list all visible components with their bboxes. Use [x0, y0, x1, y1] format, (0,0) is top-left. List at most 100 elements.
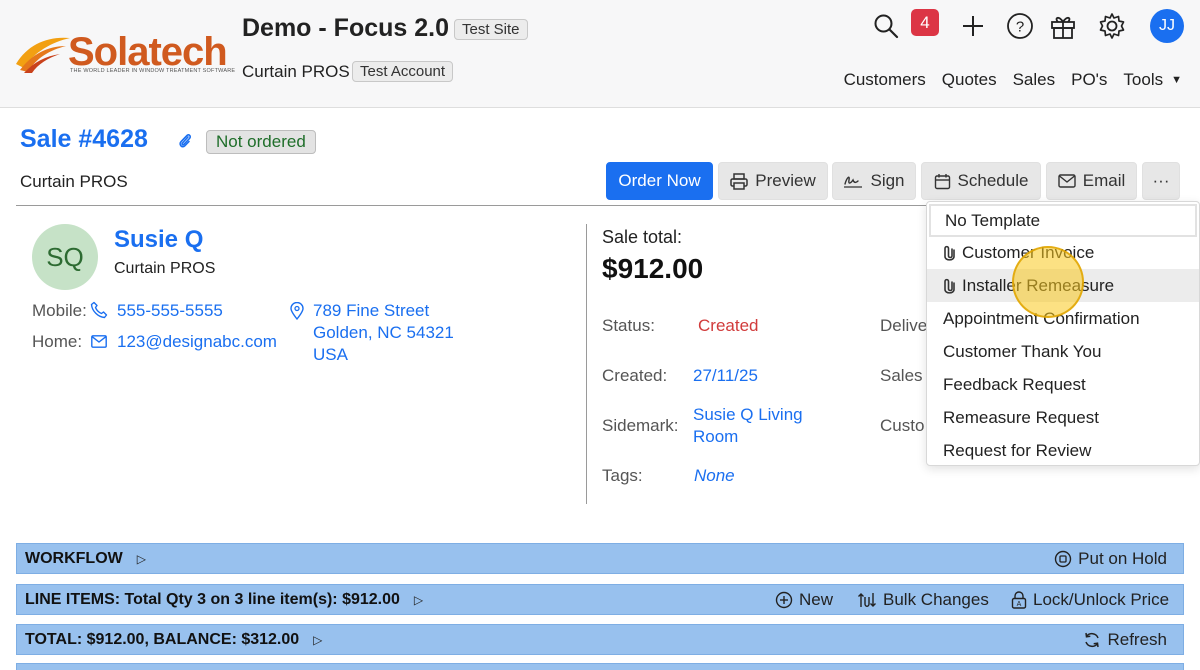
nav-sales[interactable]: Sales [1013, 70, 1056, 90]
sign-button[interactable]: Sign [832, 162, 916, 200]
menu-item-remeasure-request[interactable]: Remeasure Request [927, 401, 1199, 434]
order-now-button[interactable]: Order Now [606, 162, 713, 200]
refresh-label: Refresh [1107, 629, 1167, 649]
order-now-label: Order Now [618, 171, 701, 190]
tags-value[interactable]: None [694, 466, 735, 486]
phone-icon [90, 301, 108, 319]
user-avatar[interactable]: JJ [1150, 9, 1184, 43]
customer-company: Curtain PROS [114, 260, 216, 277]
address-line2[interactable]: Golden, NC 54321 [313, 323, 454, 343]
app-title: Demo - Focus 2.0 [242, 14, 449, 42]
pause-circle-icon [1054, 550, 1072, 567]
solatech-logo[interactable]: Solatech THE WORLD LEADER IN WINDOW TREA… [14, 30, 235, 78]
account-name: Curtain PROS [242, 62, 350, 81]
calendar-icon [934, 173, 950, 189]
bulk-changes-icon [858, 592, 876, 607]
email-button[interactable]: Email [1046, 162, 1137, 200]
workflow-section[interactable]: WORKFLOW ▷ Put on Hold [16, 543, 1184, 574]
expand-triangle-icon[interactable]: ▷ [137, 552, 146, 566]
plus-icon[interactable] [957, 10, 989, 42]
total-section[interactable]: TOTAL: $912.00, BALANCE: $312.00 ▷ Refre… [16, 624, 1184, 655]
lock-unlock-price-button[interactable]: A Lock/Unlock Price [1011, 585, 1169, 614]
nav-customers[interactable]: Customers [844, 70, 926, 90]
menu-item-label: No Template [945, 210, 1041, 230]
lock-icon: A [1011, 590, 1027, 609]
status-value[interactable]: Created [698, 316, 758, 336]
tags-label: Tags: [602, 466, 643, 485]
caret-down-icon: ▼ [1171, 74, 1182, 86]
schedule-label: Schedule [957, 171, 1029, 190]
paperclip-icon [944, 278, 955, 294]
customer-type-label: Custo [880, 416, 925, 435]
printer-icon [730, 172, 749, 190]
line-items-section[interactable]: LINE ITEMS: Total Qty 3 on 3 line item(s… [16, 584, 1184, 615]
customer-avatar: SQ [32, 224, 98, 290]
address-line3[interactable]: USA [313, 345, 348, 365]
help-icon[interactable]: ? [1004, 10, 1036, 42]
mobile-phone-link[interactable]: 555-555-5555 [117, 301, 223, 321]
menu-item-feedback-request[interactable]: Feedback Request [927, 368, 1199, 401]
menu-item-installer-remeasure[interactable]: Installer Remeasure [927, 269, 1199, 302]
line-items-title: LINE ITEMS: Total Qty 3 on 3 line item(s… [25, 590, 400, 608]
new-label: New [799, 589, 834, 609]
attachment-icon[interactable] [177, 132, 193, 155]
bulk-changes-label: Bulk Changes [883, 589, 989, 609]
next-section-bar[interactable] [16, 663, 1184, 670]
sidemark-line1[interactable]: Susie Q Living [693, 405, 803, 425]
refresh-button[interactable]: Refresh [1083, 625, 1167, 654]
top-header: Solatech THE WORLD LEADER IN WINDOW TREA… [0, 0, 1200, 108]
lock-unlock-label: Lock/Unlock Price [1033, 589, 1170, 609]
nav-quotes[interactable]: Quotes [942, 70, 997, 90]
sales-rep-label: Sales [880, 366, 923, 385]
menu-item-customer-invoice[interactable]: Customer Invoice [927, 236, 1199, 269]
created-date[interactable]: 27/11/25 [693, 366, 758, 386]
put-on-hold-label: Put on Hold [1078, 548, 1167, 568]
site-badge: Test Site [454, 19, 528, 40]
menu-item-label: Installer Remeasure [962, 275, 1115, 295]
delivery-label: Delive [880, 316, 928, 335]
nav-tools-label: Tools [1123, 70, 1164, 89]
logo-tagline: THE WORLD LEADER IN WINDOW TREATMENT SOF… [70, 68, 236, 74]
gift-icon[interactable] [1047, 10, 1079, 42]
put-on-hold-button[interactable]: Put on Hold [1054, 544, 1167, 573]
paperclip-icon [944, 245, 955, 261]
email-link[interactable]: 123@designabc.com [117, 332, 277, 352]
more-icon: ··· [1152, 171, 1170, 190]
created-label: Created: [602, 366, 668, 385]
plus-circle-icon [775, 591, 793, 608]
menu-item-customer-thank-you[interactable]: Customer Thank You [927, 335, 1199, 368]
menu-item-no-template[interactable]: No Template [929, 204, 1197, 237]
more-actions-button[interactable]: ··· [1142, 162, 1180, 200]
nav-pos[interactable]: PO's [1071, 70, 1107, 90]
customer-name[interactable]: Susie Q [114, 226, 203, 254]
address-line1[interactable]: 789 Fine Street [313, 301, 429, 321]
menu-item-label: Feedback Request [943, 374, 1086, 394]
email-label: Email [1082, 171, 1126, 190]
nav-tools[interactable]: Tools ▼ [1123, 70, 1182, 90]
vertical-divider [586, 224, 587, 504]
sale-total-value: $912.00 [602, 253, 704, 284]
sign-label: Sign [870, 171, 905, 190]
gear-icon[interactable] [1096, 10, 1128, 42]
refresh-icon [1085, 632, 1100, 647]
envelope-icon [1058, 174, 1076, 188]
envelope-icon [91, 335, 107, 348]
svg-text:A: A [1017, 601, 1022, 608]
menu-item-appointment-confirmation[interactable]: Appointment Confirmation [927, 302, 1199, 335]
expand-triangle-icon[interactable]: ▷ [313, 633, 322, 647]
signature-icon [844, 176, 863, 188]
menu-item-request-for-review[interactable]: Request for Review [927, 434, 1199, 467]
order-status-badge: Not ordered [206, 130, 316, 154]
sidemark-line2[interactable]: Room [693, 427, 738, 447]
notification-badge[interactable]: 4 [911, 9, 939, 36]
expand-triangle-icon[interactable]: ▷ [414, 593, 423, 607]
search-icon[interactable] [870, 10, 902, 42]
logo-swoosh-icon [16, 37, 70, 73]
home-label: Home: [32, 332, 83, 351]
bulk-changes-button[interactable]: Bulk Changes [857, 585, 989, 614]
preview-button[interactable]: Preview [718, 162, 828, 200]
schedule-button[interactable]: Schedule [921, 162, 1041, 200]
email-template-menu: No Template Customer Invoice Installer R… [926, 201, 1200, 466]
new-line-item-button[interactable]: New [775, 585, 833, 614]
workflow-title: WORKFLOW [25, 549, 123, 567]
